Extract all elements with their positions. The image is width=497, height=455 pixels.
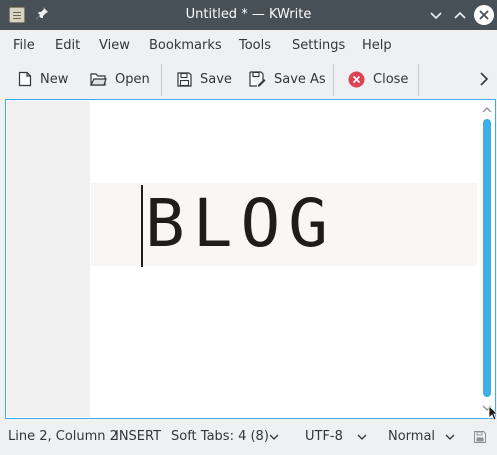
document-text[interactable]: BLOG xyxy=(145,181,336,267)
menu-help[interactable]: Help xyxy=(362,38,392,53)
main-toolbar: New Open Save Save As Close xyxy=(0,60,497,98)
save-label: Save xyxy=(200,71,232,87)
menu-bar: File Edit View Bookmarks Tools Settings … xyxy=(0,30,497,60)
chevron-down-icon[interactable] xyxy=(445,434,455,441)
toolbar-separator xyxy=(333,64,334,96)
close-window-icon[interactable] xyxy=(474,5,494,25)
save-icon xyxy=(177,71,192,87)
close-button[interactable]: Close xyxy=(348,66,408,92)
chevron-down-icon[interactable] xyxy=(269,434,279,441)
new-label: New xyxy=(40,71,69,87)
chevron-down-icon[interactable] xyxy=(357,434,367,441)
menu-edit[interactable]: Edit xyxy=(55,38,80,53)
maximize-icon[interactable] xyxy=(452,7,468,23)
status-bar: Line 2, Column 2 INSERT Soft Tabs: 4 (8)… xyxy=(0,420,497,455)
cursor-position[interactable]: Line 2, Column 2 xyxy=(8,429,118,444)
toolbar-overflow-icon[interactable] xyxy=(478,72,490,86)
text-editor[interactable]: BLOG xyxy=(90,101,478,417)
new-document-icon xyxy=(18,71,32,87)
toolbar-separator xyxy=(418,64,419,96)
input-mode[interactable]: INSERT xyxy=(115,429,161,444)
menu-settings[interactable]: Settings xyxy=(292,38,345,53)
text-caret xyxy=(141,185,143,267)
save-button[interactable]: Save xyxy=(177,66,232,92)
title-bar: Untitled * — KWrite xyxy=(0,0,497,30)
new-button[interactable]: New xyxy=(18,66,68,92)
save-as-icon xyxy=(249,71,266,87)
line-gutter[interactable] xyxy=(7,101,90,417)
toolbar-separator xyxy=(161,64,162,96)
folder-open-icon xyxy=(90,72,107,86)
close-document-icon xyxy=(348,71,365,87)
mouse-pointer-icon xyxy=(488,405,497,421)
editor-frame: BLOG xyxy=(5,99,496,419)
minimize-icon[interactable] xyxy=(428,7,444,23)
save-as-label: Save As xyxy=(274,71,326,87)
menu-tools[interactable]: Tools xyxy=(239,38,271,53)
save-as-button[interactable]: Save As xyxy=(249,66,326,92)
vertical-scrollbar[interactable] xyxy=(479,101,495,417)
encoding-setting[interactable]: UTF-8 xyxy=(305,429,343,444)
save-status-icon xyxy=(474,431,486,443)
open-label: Open xyxy=(115,71,150,87)
indentation-setting[interactable]: Soft Tabs: 4 (8) xyxy=(171,429,269,444)
open-button[interactable]: Open xyxy=(90,66,150,92)
scrollbar-handle[interactable] xyxy=(483,119,491,397)
close-label: Close xyxy=(373,71,409,87)
menu-file[interactable]: File xyxy=(13,38,35,53)
highlighting-mode[interactable]: Normal xyxy=(388,429,435,444)
menu-view[interactable]: View xyxy=(99,38,130,53)
menu-bookmarks[interactable]: Bookmarks xyxy=(149,38,222,53)
scroll-up-icon[interactable] xyxy=(482,106,492,114)
window-title: Untitled * — KWrite xyxy=(185,7,312,22)
